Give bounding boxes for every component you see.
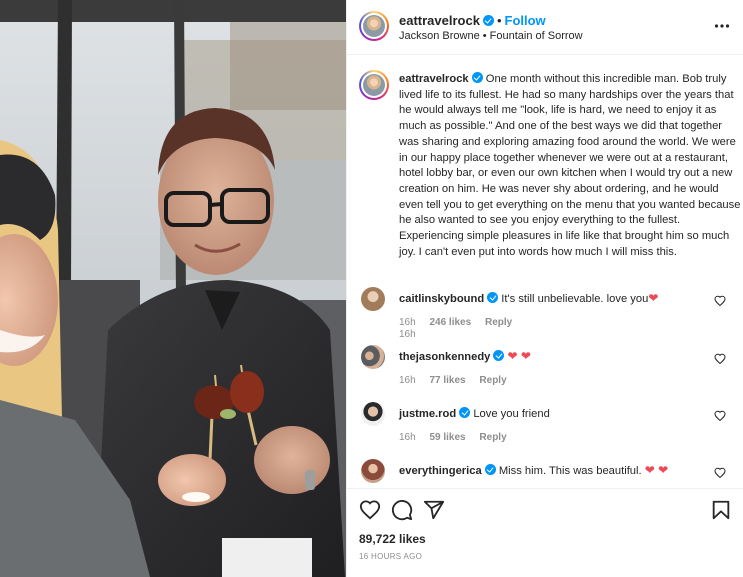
comment-likes[interactable]: 246 likes (429, 317, 471, 328)
verified-badge-icon (482, 15, 494, 26)
comment-item: caitlinskybound It's still unbelievable.… (359, 285, 734, 335)
red-heart-emoji: ❤ ❤ (644, 463, 669, 477)
red-heart-emoji: ❤ (648, 291, 659, 305)
comment-time: 16h (399, 432, 416, 443)
bookmark-icon[interactable] (710, 499, 732, 521)
verified-badge-icon (471, 72, 483, 83)
comment-text: Love you friend (473, 408, 550, 420)
verified-badge-icon (484, 464, 496, 475)
comment-item: thejasonkennedy ❤ ❤ 16h 77 likes Reply (359, 343, 734, 393)
comment-avatar[interactable] (361, 345, 385, 369)
comment-heart-icon[interactable] (714, 467, 726, 479)
comment-username[interactable]: caitlinskybound (399, 293, 484, 305)
follow-button[interactable]: Follow (505, 13, 546, 28)
author-username[interactable]: eattravelrock (399, 13, 480, 28)
red-heart-emoji: ❤ ❤ (507, 349, 531, 363)
comment-text: Miss him. This was beautiful. (498, 465, 642, 477)
share-icon[interactable] (423, 499, 445, 521)
audio-label[interactable]: Jackson Browne • Fountain of Sorrow (399, 30, 583, 42)
comment-heart-icon[interactable] (714, 410, 726, 422)
reply-button[interactable]: Reply (479, 432, 506, 443)
caption-body: One month without this incredible man. B… (399, 73, 741, 258)
comment-avatar[interactable] (361, 459, 385, 483)
reply-button[interactable]: Reply (479, 375, 506, 386)
verified-badge-icon (493, 350, 505, 361)
comment-text: It's still unbelievable. love you (501, 293, 649, 305)
comment-likes[interactable]: 77 likes (429, 375, 465, 386)
comment-username[interactable]: thejasonkennedy (399, 351, 490, 363)
likes-count[interactable]: 89,722 likes (359, 532, 426, 546)
post-panel: eattravelrock • Follow Jackson Browne • Fo… (346, 0, 743, 577)
comment-avatar[interactable] (361, 402, 385, 426)
comment-avatar[interactable] (361, 287, 385, 311)
comment-username[interactable]: justme.rod (399, 408, 456, 420)
post-photo (0, 0, 346, 577)
caption-avatar[interactable] (359, 70, 389, 100)
comment-icon[interactable] (391, 499, 413, 521)
caption-username[interactable]: eattravelrock (399, 73, 469, 85)
verified-badge-icon (459, 407, 471, 418)
dot-separator: • (496, 13, 502, 28)
post-media[interactable] (0, 0, 346, 577)
verified-badge-icon (487, 292, 499, 303)
comment-time: 16h (399, 375, 416, 386)
comment-username[interactable]: everythingerica (399, 465, 482, 477)
comment-heart-icon[interactable] (714, 353, 726, 365)
comment-heart-icon[interactable] (714, 295, 726, 307)
post-timestamp: 16 HOURS AGO (359, 552, 423, 561)
heart-icon[interactable] (359, 499, 381, 521)
action-bar: 89,722 likes 16 HOURS AGO (347, 488, 743, 577)
comment-likes[interactable]: 59 likes (429, 432, 465, 443)
reply-button[interactable]: Reply (485, 317, 512, 328)
post-header: eattravelrock • Follow Jackson Browne • Fo… (347, 0, 743, 55)
comment-item: justme.rod Love you friend 16h 59 likes … (359, 400, 734, 450)
caption-text: eattravelrock One month without this inc… (399, 72, 742, 260)
author-avatar[interactable] (359, 11, 389, 41)
comment-time: 16h (399, 317, 416, 328)
more-horizontal-icon[interactable] (714, 18, 730, 34)
